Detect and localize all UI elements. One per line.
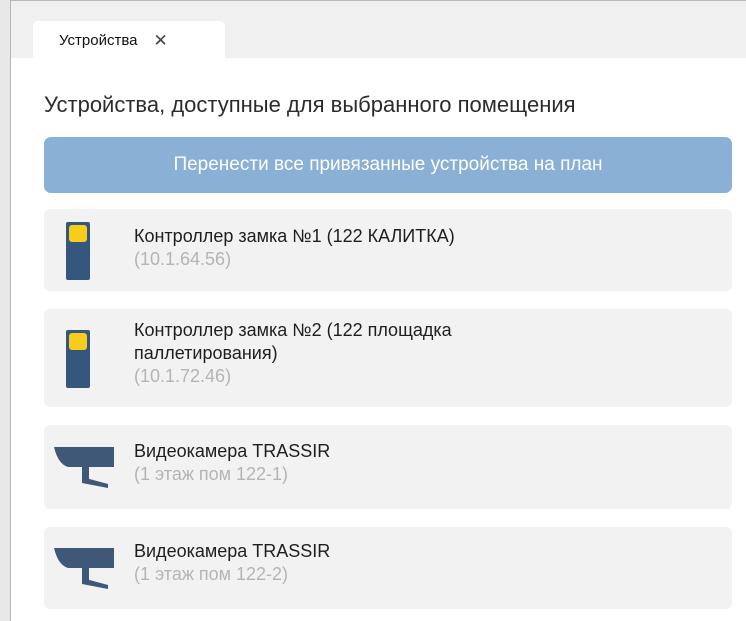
device-name: Видеокамера TRASSIR xyxy=(134,441,331,461)
tab-devices[interactable]: Устройства ✕ xyxy=(33,21,225,59)
lock-controller-icon xyxy=(66,330,90,393)
device-name: Контроллер замка №1 (122 КАЛИТКА) xyxy=(134,226,455,246)
page-title: Устройства, доступные для выбранного пом… xyxy=(44,92,576,117)
window-frame: Устройства ✕ Устройства, доступные для в… xyxy=(0,0,746,621)
device-location: (1 этаж пом 122-1) xyxy=(134,464,289,484)
move-all-devices-label: Перенести все привязанные устройства на … xyxy=(173,154,603,175)
device-address: (10.1.72.46) xyxy=(134,366,232,386)
move-all-devices-button[interactable]: Перенести все привязанные устройства на … xyxy=(44,137,732,193)
lock-controller-icon xyxy=(66,222,90,285)
device-location: (1 этаж пом 122-2) xyxy=(134,564,289,584)
device-card-controller-2[interactable]: Контроллер замка №2 (122 площадка паллет… xyxy=(44,309,732,407)
device-address: (10.1.64.56) xyxy=(134,249,232,269)
device-card-camera-1[interactable]: Видеокамера TRASSIR (1 этаж пом 122-1) xyxy=(44,425,732,509)
left-border xyxy=(0,0,11,621)
video-camera-icon xyxy=(54,545,114,594)
tab-label: Устройства xyxy=(59,31,138,49)
tab-bar: Устройства ✕ xyxy=(11,0,746,59)
close-icon[interactable]: ✕ xyxy=(153,32,167,49)
video-camera-icon xyxy=(54,444,114,493)
device-name: Контроллер замка №2 (122 площадка паллет… xyxy=(134,320,452,363)
device-card-controller-1[interactable]: Контроллер замка №1 (122 КАЛИТКА) (10.1.… xyxy=(44,209,732,291)
device-name: Видеокамера TRASSIR xyxy=(134,541,331,561)
device-card-camera-2[interactable]: Видеокамера TRASSIR (1 этаж пом 122-2) xyxy=(44,527,732,609)
devices-panel: Устройства, доступные для выбранного пом… xyxy=(11,58,746,621)
